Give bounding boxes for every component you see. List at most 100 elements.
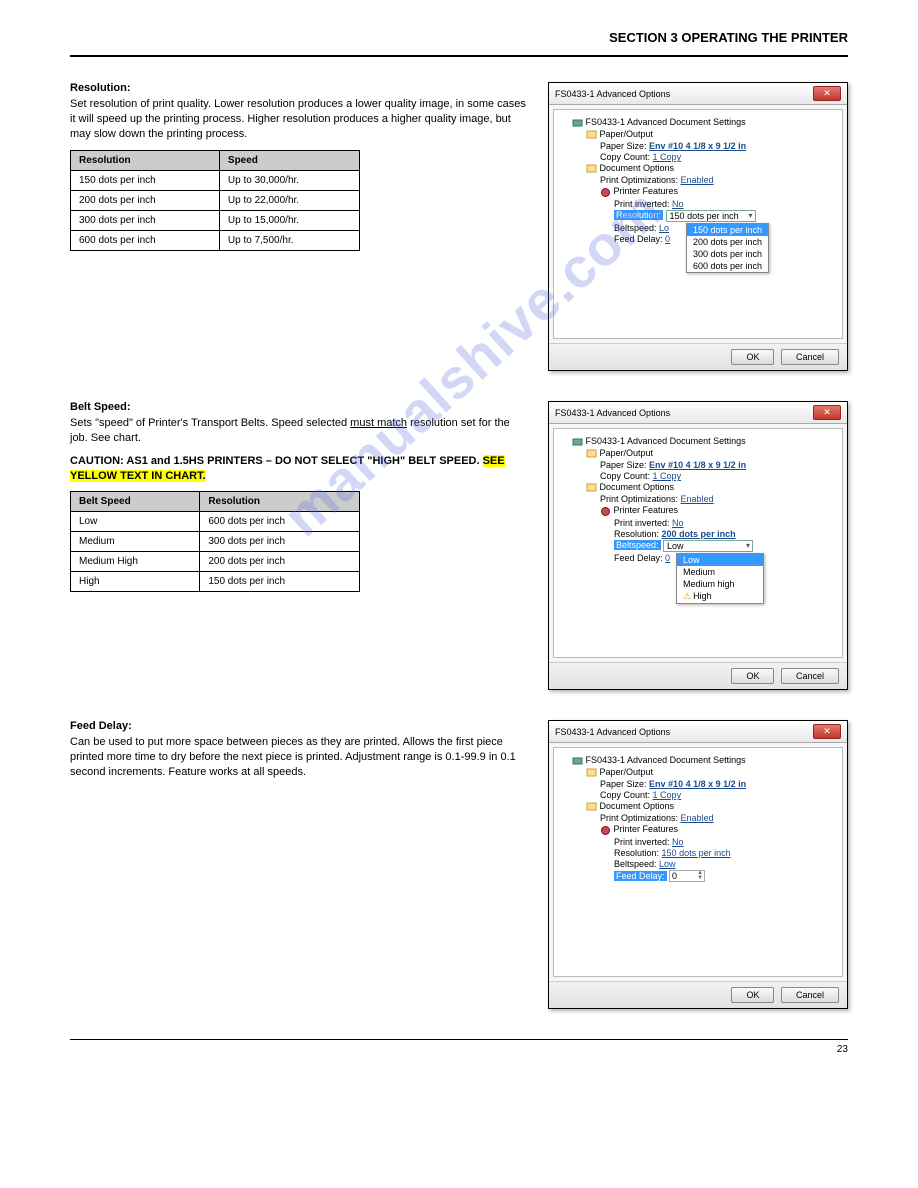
tree-paper-size[interactable]: Paper Size: Env #10 4 1/8 x 9 1/2 in [600, 779, 838, 789]
paper-output-label: Paper/Output [600, 129, 654, 139]
tree-feed-delay[interactable]: Feed Delay: 0▲▼ [614, 870, 838, 882]
table-cell: Up to 22,000/hr. [219, 190, 359, 210]
dropdown-option[interactable]: Low [677, 554, 763, 566]
copy-count-label: Copy Count: [600, 471, 650, 481]
section-label: SECTION 3 [609, 30, 678, 45]
feed-delay-spinner[interactable]: 0▲▼ [669, 870, 705, 882]
advanced-options-dialog-1: FS0433-1 Advanced Options ✕ FS0433-1 Adv… [548, 82, 848, 371]
resolution-label-sel: Resolution: [614, 210, 663, 220]
resolution-dropdown[interactable]: 150 dots per inch [666, 210, 756, 222]
table-cell: 150 dots per inch [71, 170, 220, 190]
beltspeed-dropdown[interactable]: Low [663, 540, 753, 552]
tree-doc-options[interactable]: Document Options Print Optimizations: En… [586, 801, 838, 881]
paper-output-label: Paper/Output [600, 448, 654, 458]
tree-paper-size[interactable]: Paper Size: Env #10 4 1/8 x 9 1/2 in [600, 460, 838, 470]
tree-copy-count[interactable]: Copy Count: 1 Copy [600, 790, 838, 800]
cancel-button[interactable]: Cancel [781, 668, 839, 684]
page-footer: 23 [70, 1044, 848, 1055]
p1-pre: Sets "speed" of Printer's Transport Belt… [70, 417, 350, 429]
tree-print-opt[interactable]: Print Optimizations: Enabled [600, 175, 838, 185]
cancel-button[interactable]: Cancel [781, 349, 839, 365]
tree-paper-output[interactable]: Paper/Output Paper Size: Env #10 4 1/8 x… [586, 767, 838, 800]
dropdown-option[interactable]: 150 dots per inch [687, 224, 768, 236]
dialog-title-text: FS0433-1 Advanced Options [555, 89, 813, 99]
dialog-titlebar: FS0433-1 Advanced Options ✕ [549, 83, 847, 105]
beltspeed-dropdown-list[interactable]: Low Medium Medium high High [676, 553, 764, 604]
dialog-button-bar: OK Cancel [549, 662, 847, 689]
tree-paper-output[interactable]: Paper/Output Paper Size: Env #10 4 1/8 x… [586, 448, 838, 481]
section-header: SECTION 3 OPERATING THE PRINTER [70, 30, 848, 45]
printer-features-label: Printer Features [614, 186, 679, 196]
tree-beltspeed[interactable]: Beltspeed: Low [614, 859, 838, 869]
close-icon[interactable]: ✕ [813, 405, 841, 420]
tree-resolution[interactable]: Resolution: 150 dots per inch [614, 848, 838, 858]
tree-doc-options[interactable]: Document Options Print Optimizations: En… [586, 163, 838, 243]
gear-icon [600, 825, 611, 836]
dropdown-option-warn[interactable]: High [677, 590, 763, 603]
table-cell: 150 dots per inch [200, 572, 360, 592]
paper-size-value: Env #10 4 1/8 x 9 1/2 in [649, 141, 746, 151]
dropdown-option[interactable]: 600 dots per inch [687, 260, 768, 272]
resolution-label: Resolution: [614, 529, 659, 539]
table-cell: High [71, 572, 200, 592]
table-cell: Up to 7,500/hr. [219, 230, 359, 250]
ok-button[interactable]: OK [731, 349, 774, 365]
dialog-button-bar: OK Cancel [549, 981, 847, 1008]
tree-root: FS0433-1 Advanced Document Settings Pape… [572, 436, 838, 563]
dialog-titlebar: FS0433-1 Advanced Options ✕ [549, 402, 847, 424]
close-icon[interactable]: ✕ [813, 86, 841, 101]
tree-printer-features[interactable]: Printer Features Print inverted: No Reso… [600, 186, 838, 243]
beltspeed-screenshot: FS0433-1 Advanced Options ✕ FS0433-1 Adv… [548, 401, 848, 690]
feed-delay-label: Feed Delay: [614, 553, 663, 563]
tree-printer-features[interactable]: Printer Features Print inverted: No Reso… [600, 505, 838, 562]
tree-doc-options[interactable]: Document Options Print Optimizations: En… [586, 482, 838, 562]
cancel-button[interactable]: Cancel [781, 987, 839, 1003]
resolution-body: Set resolution of print quality. Lower r… [70, 97, 528, 142]
tree-root-label: FS0433-1 Advanced Document Settings [586, 117, 746, 127]
print-inverted-label: Print inverted: [614, 199, 670, 209]
th-beltspeed: Belt Speed [71, 492, 200, 512]
dropdown-option[interactable]: Medium high [677, 578, 763, 590]
p1-underline: must match [350, 417, 407, 429]
doc-options-label: Document Options [600, 482, 675, 492]
beltspeed-row: Belt Speed: Sets "speed" of Printer's Tr… [70, 401, 848, 690]
doc-options-label: Document Options [600, 163, 675, 173]
table-cell: 600 dots per inch [71, 230, 220, 250]
table-cell: 300 dots per inch [200, 532, 360, 552]
folder-icon [586, 767, 597, 778]
printer-icon [572, 436, 583, 447]
tree-root: FS0433-1 Advanced Document Settings Pape… [572, 755, 838, 882]
spinner-arrows-icon[interactable]: ▲▼ [697, 871, 703, 881]
tree-paper-output[interactable]: Paper/Output Paper Size: Env #10 4 1/8 x… [586, 129, 838, 162]
tree-copy-count[interactable]: Copy Count: 1 Copy [600, 471, 838, 481]
ok-button[interactable]: OK [731, 987, 774, 1003]
dropdown-option[interactable]: Medium [677, 566, 763, 578]
dropdown-option[interactable]: 300 dots per inch [687, 248, 768, 260]
tree-print-inverted[interactable]: Print inverted: No [614, 199, 838, 209]
settings-tree: FS0433-1 Advanced Document Settings Pape… [553, 109, 843, 339]
ok-button[interactable]: OK [731, 668, 774, 684]
tree-print-opt[interactable]: Print Optimizations: Enabled [600, 494, 838, 504]
tree-copy-count[interactable]: Copy Count: 1 Copy [600, 152, 838, 162]
tree-printer-features[interactable]: Printer Features Print inverted: No Reso… [600, 824, 838, 881]
settings-tree: FS0433-1 Advanced Document Settings Pape… [553, 747, 843, 977]
tree-paper-size[interactable]: Paper Size: Env #10 4 1/8 x 9 1/2 in [600, 141, 838, 151]
resolution-dropdown-list[interactable]: 150 dots per inch 200 dots per inch 300 … [686, 223, 769, 273]
tree-print-inverted[interactable]: Print inverted: No [614, 518, 838, 528]
tree-resolution[interactable]: Resolution: 150 dots per inch 150 dots p… [614, 210, 838, 222]
tree-resolution[interactable]: Resolution: 200 dots per inch [614, 529, 838, 539]
feed-delay-label-sel: Feed Delay: [614, 871, 667, 881]
doc-options-label: Document Options [600, 801, 675, 811]
close-icon[interactable]: ✕ [813, 724, 841, 739]
table-cell: 200 dots per inch [200, 552, 360, 572]
tree-print-inverted[interactable]: Print inverted: No [614, 837, 838, 847]
th-speed: Speed [219, 150, 359, 170]
dropdown-option[interactable]: 200 dots per inch [687, 236, 768, 248]
tree-beltspeed[interactable]: Beltspeed: Low Low Medium Medium high Hi… [614, 540, 838, 552]
copy-count-label: Copy Count: [600, 790, 650, 800]
feed-delay-value: 0 [665, 234, 670, 244]
tree-print-opt[interactable]: Print Optimizations: Enabled [600, 813, 838, 823]
resolution-heading: Resolution: [70, 82, 528, 94]
beltspeed-label: Beltspeed: [614, 859, 657, 869]
print-inverted-label: Print inverted: [614, 518, 670, 528]
